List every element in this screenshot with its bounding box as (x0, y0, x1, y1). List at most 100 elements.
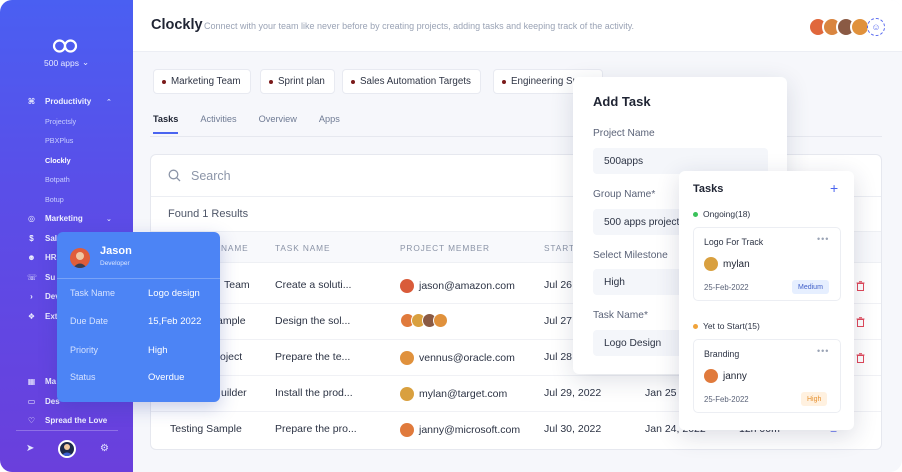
more-options-icon[interactable]: ••• (817, 234, 829, 244)
tasks-panel-title: Tasks (693, 183, 724, 195)
cell-name: oject (220, 351, 243, 363)
member-email: janny@microsoft.com (419, 424, 521, 436)
sidebar-subitem-pbxplus[interactable]: PBXPlus (0, 131, 133, 151)
project-name-label: Project Name (593, 128, 655, 139)
sidebar-item-marketing[interactable]: ◎ Marketing ⌄ (0, 209, 133, 229)
avatar (70, 248, 90, 268)
sidebar-subitem-botpath[interactable]: Botpath (0, 170, 133, 190)
tooltip-value: Overdue (148, 372, 185, 383)
search-icon (168, 169, 181, 182)
project-chip-sprint-plan[interactable]: Sprint plan (260, 69, 335, 94)
tooltip-value: 15,Feb 2022 (148, 316, 202, 327)
sidebar-item-label: Marketing (45, 214, 83, 224)
avatar (400, 423, 414, 437)
cell-name: Team (224, 279, 250, 291)
member-email: jason@amazon.com (419, 280, 515, 292)
trash-icon[interactable] (856, 353, 865, 363)
divider (57, 278, 220, 279)
sidebar-item-label: Spread the Love (45, 416, 108, 426)
tab-overview[interactable]: Overview (259, 114, 297, 134)
add-task-button[interactable]: + (830, 180, 838, 196)
puzzle-icon: ❖ (27, 311, 36, 321)
sidebar-item-spread-the-love[interactable]: ♡ Spread the Love (0, 411, 133, 431)
sidebar-item-label: Su (45, 272, 56, 282)
sidebar-item-productivity[interactable]: ⌘ Productivity ⌃ (0, 92, 133, 112)
avatar (400, 351, 414, 365)
sidebar-item-label: Sal (45, 233, 58, 243)
member-avatar-stack[interactable] (400, 313, 448, 328)
more-options-icon[interactable]: ••• (817, 346, 829, 356)
tab-bar: Tasks Activities Overview Apps (153, 114, 362, 134)
task-card[interactable]: Branding ••• janny 25-Feb-2022 High (693, 339, 841, 413)
infinity-logo-icon[interactable] (52, 38, 78, 54)
tooltip-label: Due Date (70, 316, 109, 326)
member-email: mylan@target.com (419, 388, 508, 400)
headset-icon: ☏ (27, 272, 38, 282)
cell-task: Prepare the te... (275, 351, 351, 363)
chip-dot (502, 79, 506, 84)
milestone-label: Select Milestone (593, 250, 668, 261)
column-header-project-member: PROJECT MEMBER (400, 243, 490, 253)
chip-label: Sales Automation Targets (360, 76, 471, 87)
user-avatar[interactable] (58, 440, 76, 458)
heart-icon: ♡ (27, 416, 36, 426)
sidebar-subitem-clockly[interactable]: Clockly (0, 151, 133, 171)
task-card[interactable]: Logo For Track ••• mylan 25-Feb-2022 Med… (693, 227, 841, 301)
tooltip-value: Logo design (148, 288, 200, 299)
column-header-task-name: TASK NAME (275, 243, 331, 253)
cell-start: Jul 30, 2022 (544, 423, 602, 435)
chip-label: Engineering Sp (511, 76, 578, 87)
task-card-date: 25-Feb-2022 (704, 395, 749, 404)
add-member-icon[interactable]: ☺ (867, 18, 885, 36)
code-icon: › (30, 292, 33, 302)
tooltip-label: Priority (70, 345, 99, 355)
tooltip-value: High (148, 345, 168, 356)
member-tooltip: Jason Developer Task Name Logo design Du… (57, 232, 220, 402)
sidebar-subitem-botup[interactable]: Botup (0, 190, 133, 210)
team-avatars[interactable]: ☺ (808, 17, 885, 37)
tab-activities[interactable]: Activities (200, 114, 236, 134)
task-card-title: Logo For Track (704, 237, 764, 247)
sidebar-subitem-projectsly[interactable]: Projectsly (0, 112, 133, 132)
sidebar-item-label: Ma (45, 377, 57, 387)
desktop-icon: ▭ (27, 396, 36, 406)
avatar (433, 313, 448, 328)
tooltip-name: Jason (100, 245, 132, 257)
cell-name: Testing Sample (170, 423, 242, 435)
modal-title: Add Task (593, 94, 651, 109)
search-input[interactable] (191, 165, 591, 187)
users-icon: ☻ (27, 253, 36, 263)
tab-tasks[interactable]: Tasks (153, 114, 179, 134)
apps-switcher[interactable]: 500 apps ⌄ (44, 57, 89, 68)
project-chip-marketing-team[interactable]: Marketing Team (153, 69, 251, 94)
gear-icon[interactable]: ⚙ (100, 443, 109, 454)
cell-name: ample (217, 315, 246, 327)
avatar (400, 387, 414, 401)
rocket-icon[interactable]: ➤ (26, 443, 34, 454)
page-subtitle: Connect with your team like never before… (204, 21, 635, 31)
project-chip-sales-automation[interactable]: Sales Automation Targets (342, 69, 481, 94)
cell-member: janny@microsoft.com (400, 423, 520, 437)
cell-member: vennus@oracle.com (400, 351, 515, 365)
status-label: Ongoing(18) (703, 209, 751, 219)
priority-badge: High (801, 392, 828, 406)
column-header-name: NAME (221, 243, 249, 253)
status-dot (693, 211, 698, 217)
cell-start: Jul 28 (544, 351, 573, 363)
cell-start: Jul 27 (544, 315, 573, 327)
trash-icon[interactable] (856, 281, 865, 291)
tooltip-label: Status (70, 372, 96, 382)
task-card-title: Branding (704, 349, 740, 359)
status-group-yet-to-start: Yet to Start(15) (693, 321, 760, 331)
chevron-down-icon: ⌄ (81, 57, 90, 67)
tab-apps[interactable]: Apps (319, 114, 340, 134)
chip-dot (162, 79, 166, 84)
sidebar-item-label: HR (45, 253, 57, 263)
cell-member: mylan@target.com (400, 387, 507, 401)
cell-start: Jul 26 (544, 279, 573, 291)
page-title: Clockly (151, 17, 203, 33)
trash-icon[interactable] (856, 317, 865, 327)
task-card-date: 25-Feb-2022 (704, 283, 749, 292)
group-name-label: Group Name* (593, 189, 656, 200)
dollar-icon: $ (29, 233, 34, 243)
